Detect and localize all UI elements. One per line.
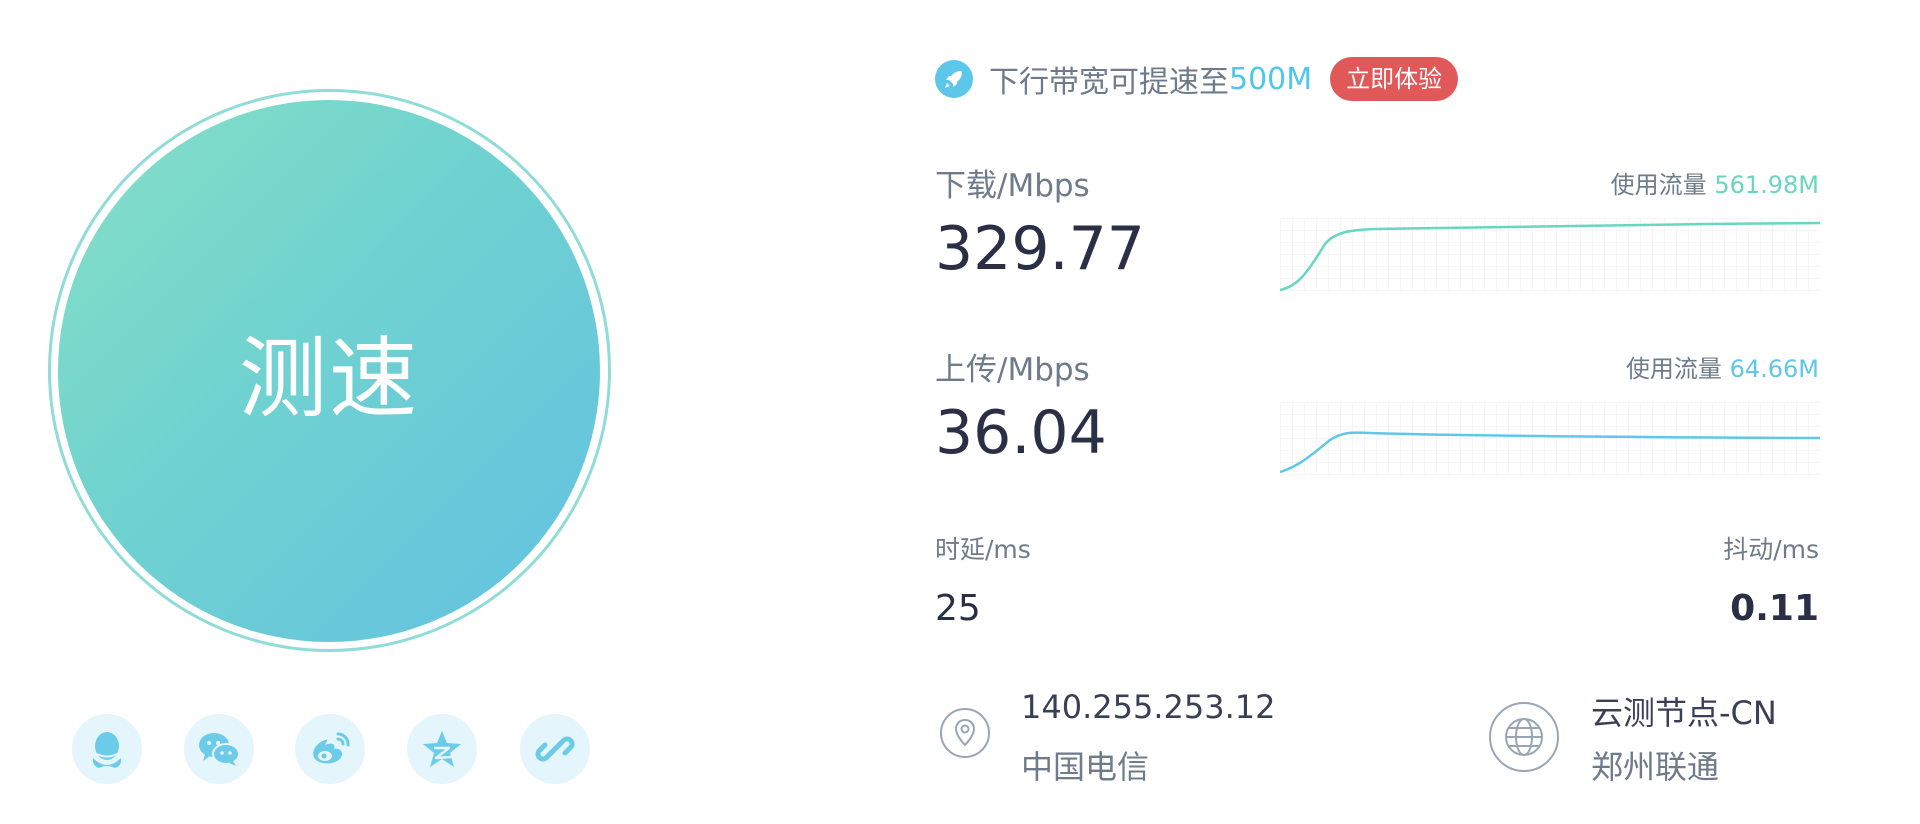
download-usage: 使用流量 561.98M xyxy=(1611,165,1819,200)
try-now-button[interactable]: 立即体验 xyxy=(1330,57,1459,101)
upload-usage: 使用流量 64.66M xyxy=(1626,349,1819,384)
promo-highlight: 500M xyxy=(1229,61,1313,97)
share-qzone-button[interactable] xyxy=(407,714,477,784)
upload-graph-grid xyxy=(1280,402,1820,476)
jitter-value: 0.11 xyxy=(1730,588,1819,629)
qzone-icon xyxy=(423,731,461,767)
upload-usage-value: 64.66M xyxy=(1729,355,1819,383)
share-wechat-button[interactable] xyxy=(184,714,254,784)
rocket-icon xyxy=(935,60,973,98)
speedtest-button[interactable]: 测速 xyxy=(58,100,600,642)
download-value: 329.77 xyxy=(935,214,1145,284)
server-location: 郑州联通 xyxy=(1591,748,1720,786)
promo-text: 下行带宽可提速至 xyxy=(989,65,1229,100)
upload-label: 上传/Mbps xyxy=(935,352,1090,388)
wechat-icon xyxy=(199,733,240,766)
share-weibo-button[interactable] xyxy=(295,714,365,784)
link-icon xyxy=(535,736,575,762)
weibo-icon xyxy=(313,732,350,764)
share-link-button[interactable] xyxy=(520,714,590,784)
speedtest-button-label: 测速 xyxy=(238,326,419,430)
jitter-label: 抖动/ms xyxy=(1723,535,1819,564)
download-graph xyxy=(1280,218,1820,292)
location-pin-icon xyxy=(940,708,990,758)
latency-label: 时延/ms xyxy=(935,535,1031,564)
upload-graph xyxy=(1280,402,1820,476)
client-ip: 140.255.253.12 xyxy=(1021,688,1276,726)
globe-icon xyxy=(1489,702,1559,772)
upload-value: 36.04 xyxy=(935,398,1107,468)
latency-value: 25 xyxy=(935,588,981,629)
download-label: 下载/Mbps xyxy=(935,168,1090,204)
promo-banner: 下行带宽可提速至 500M 立即体验 xyxy=(935,56,1459,102)
client-isp: 中国电信 xyxy=(1021,748,1150,786)
upload-usage-label: 使用流量 xyxy=(1625,355,1722,383)
download-usage-value: 561.98M xyxy=(1714,171,1819,199)
download-usage-label: 使用流量 xyxy=(1610,171,1707,199)
share-qq-button[interactable] xyxy=(72,714,142,784)
qq-icon xyxy=(92,732,122,768)
server-node: 云测节点-CN xyxy=(1591,694,1777,732)
